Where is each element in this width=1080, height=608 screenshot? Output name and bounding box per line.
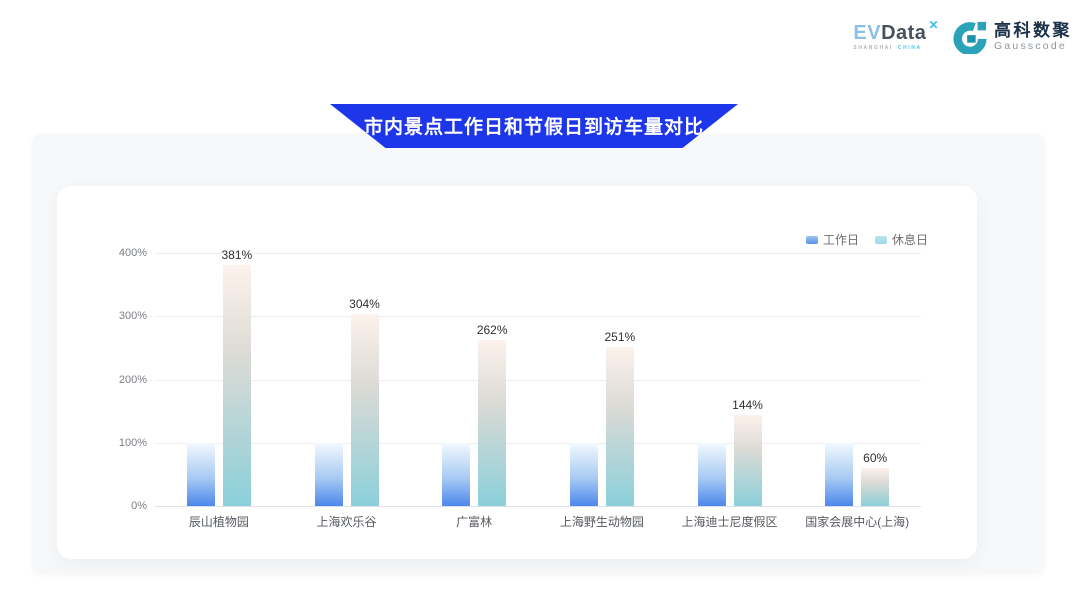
bar-工作日-3 — [570, 443, 598, 506]
y-axis-tick-200: 200% — [93, 374, 147, 386]
y-axis-tick-400: 400% — [93, 247, 147, 259]
bar-工作日-2 — [442, 443, 470, 506]
legend-item-工作日[interactable]: 工作日 — [806, 231, 859, 248]
legend-item-休息日[interactable]: 休息日 — [875, 231, 928, 248]
bar-休息日-4: 144% — [734, 415, 762, 506]
legend-label: 工作日 — [823, 231, 859, 248]
brand-logos: EVData✕ SHANGHAI CHINA 高科数聚 Gausscode — [853, 20, 1072, 54]
legend-label: 休息日 — [892, 231, 928, 248]
bar-value-label: 144% — [732, 398, 763, 412]
x-axis-category-label: 辰山植物园 — [189, 513, 249, 530]
legend-swatch — [806, 236, 818, 244]
y-axis-tick-300: 300% — [93, 310, 147, 322]
evdata-subtitle-china: CHINA — [898, 46, 922, 51]
chart-card: 工作日休息日 0%100%200%300%400%381%辰山植物园304%上海… — [57, 186, 977, 559]
x-axis-category-label: 广富林 — [456, 513, 492, 530]
evdata-data-text: Data — [881, 23, 926, 43]
bar-休息日-0: 381% — [223, 265, 251, 506]
bar-value-label: 60% — [863, 451, 887, 465]
x-axis-category-label: 上海迪士尼度假区 — [682, 513, 778, 530]
category-group-2: 262%广富林 — [410, 253, 538, 506]
evdata-ev-text: EV — [853, 23, 881, 43]
y-axis-tick-100: 100% — [93, 437, 147, 449]
bar-工作日-5 — [825, 443, 853, 506]
x-axis-category-label: 上海欢乐谷 — [316, 513, 376, 530]
bar-休息日-3: 251% — [606, 347, 634, 506]
bar-休息日-2: 262% — [478, 340, 506, 506]
evdata-logo: EVData✕ SHANGHAI CHINA — [853, 23, 939, 51]
bar-工作日-4 — [698, 443, 726, 506]
bar-工作日-0 — [187, 443, 215, 506]
gausscode-text: 高科数聚 Gausscode — [994, 22, 1072, 52]
bar-value-label: 381% — [221, 248, 252, 262]
plot-area: 0%100%200%300%400%381%辰山植物园304%上海欢乐谷262%… — [155, 253, 921, 506]
gausscode-en-name: Gausscode — [994, 41, 1072, 52]
content-panel: 工作日休息日 0%100%200%300%400%381%辰山植物园304%上海… — [32, 134, 1045, 573]
evdata-wordmark: EVData✕ — [853, 23, 939, 43]
x-axis-category-label: 上海野生动物园 — [560, 513, 644, 530]
gridline-0 — [155, 506, 921, 507]
bar-工作日-1 — [315, 443, 343, 506]
legend-swatch — [875, 236, 887, 244]
gausscode-logo: 高科数聚 Gausscode — [953, 20, 1072, 54]
category-group-1: 304%上海欢乐谷 — [283, 253, 411, 506]
gausscode-g-icon — [953, 20, 987, 54]
page-title: 市内景点工作日和节假日到访车量对比 — [364, 112, 704, 140]
category-group-3: 251%上海野生动物园 — [538, 253, 666, 506]
category-group-5: 60%国家会展中心(上海) — [793, 253, 921, 506]
bar-value-label: 304% — [349, 297, 380, 311]
bar-value-label: 251% — [604, 330, 635, 344]
x-axis-category-label: 国家会展中心(上海) — [805, 513, 909, 530]
bar-休息日-1: 304% — [351, 314, 379, 506]
chart-legend: 工作日 休息日 — [806, 231, 928, 248]
gausscode-cn-name: 高科数聚 — [994, 22, 1072, 39]
category-group-4: 144%上海迪士尼度假区 — [666, 253, 794, 506]
bar-value-label: 262% — [477, 323, 508, 337]
title-banner: 市内景点工作日和节假日到访车量对比 — [330, 104, 738, 148]
categories-row: 381%辰山植物园304%上海欢乐谷262%广富林251%上海野生动物园144%… — [155, 253, 921, 506]
y-axis-tick-0: 0% — [93, 500, 147, 512]
evdata-subtitle: SHANGHAI CHINA — [853, 46, 939, 51]
evdata-x-icon: ✕ — [928, 19, 939, 31]
evdata-subtitle-shanghai: SHANGHAI — [853, 46, 892, 51]
bar-休息日-5: 60% — [861, 468, 889, 506]
category-group-0: 381%辰山植物园 — [155, 253, 283, 506]
